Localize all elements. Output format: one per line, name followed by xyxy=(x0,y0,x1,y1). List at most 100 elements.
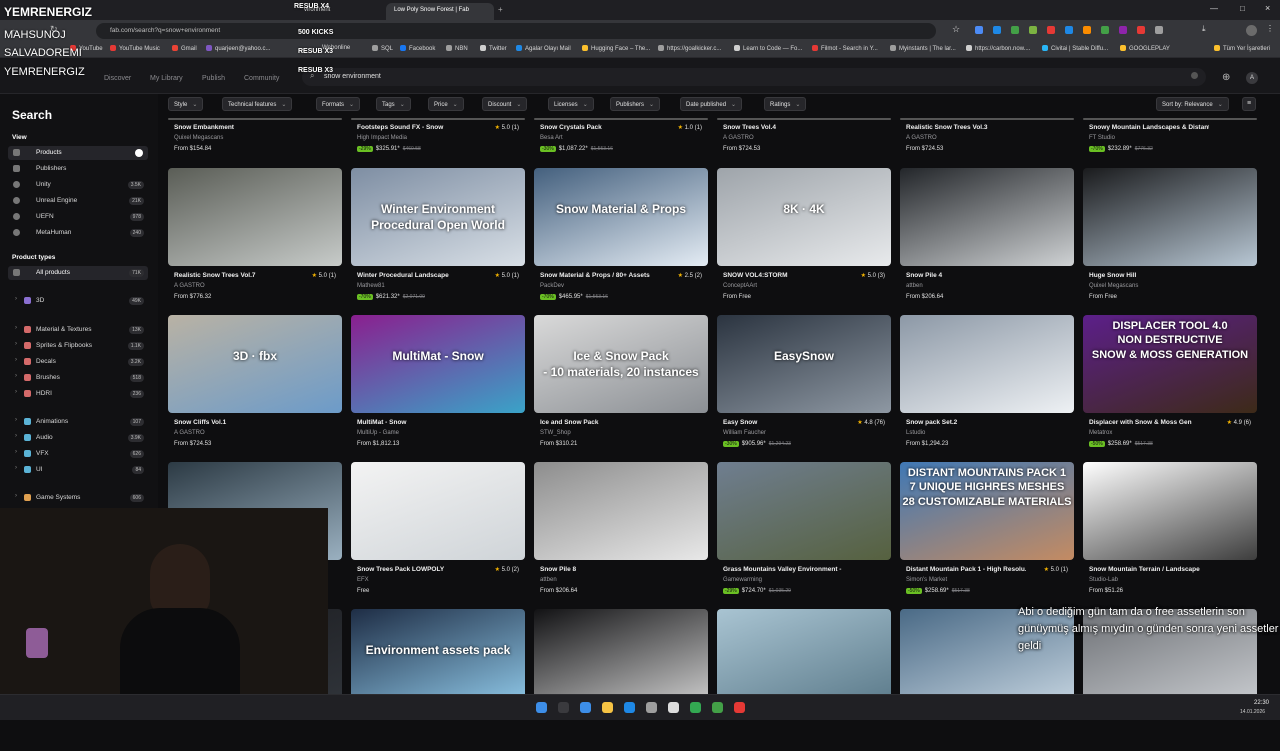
filter-publishers[interactable]: Publishers xyxy=(610,97,661,111)
filter-formats[interactable]: Formats xyxy=(316,97,361,111)
product-thumbnail: Snow Material & Props xyxy=(534,168,708,266)
bookmark-item[interactable]: SQL xyxy=(372,45,393,52)
filter-technical-features[interactable]: Technical features xyxy=(222,97,293,111)
star-icon: ★ xyxy=(857,420,863,426)
bookmark-item[interactable]: GOOGLEPLAY xyxy=(1120,45,1170,52)
app-icon[interactable] xyxy=(734,702,745,713)
browser-tab-active[interactable]: Low Poly Snow Forest | Fab xyxy=(386,3,494,20)
extension-icon[interactable] xyxy=(1029,26,1037,34)
menu-dots-icon[interactable]: ⋮ xyxy=(1266,24,1274,33)
product-card[interactable]: Ice & Snow Pack - 10 materials, 20 insta… xyxy=(534,315,708,457)
close-window-icon[interactable]: × xyxy=(1265,3,1270,13)
product-card[interactable]: Environment assets pack xyxy=(351,609,525,694)
profile-avatar[interactable] xyxy=(1246,25,1257,36)
product-price: From $154.84 xyxy=(174,146,211,152)
app-icon[interactable] xyxy=(690,702,701,713)
product-card[interactable]: DISPLACER TOOL 4.0 NON DESTRUCTIVE SNOW … xyxy=(1083,315,1257,457)
product-card[interactable]: Huge Snow Hill Quixel Megascans From Free xyxy=(1083,168,1257,310)
product-card[interactable]: MultiMat - Snow MultiMat - Snow MultiUp - … xyxy=(351,315,525,457)
nav-my-library[interactable]: My Library xyxy=(150,75,183,82)
bookmark-item[interactable]: Learn to Code — Fo... xyxy=(734,45,802,52)
bookmark-item[interactable]: Gmail xyxy=(172,45,197,52)
product-publisher: EFX xyxy=(357,577,369,583)
chrome-icon[interactable] xyxy=(668,702,679,713)
nav-community[interactable]: Community xyxy=(244,75,279,82)
clear-search-icon[interactable] xyxy=(1191,72,1198,79)
bookmark-item[interactable]: quarjeen@yahoo.c... xyxy=(206,45,270,52)
maximize-icon[interactable]: □ xyxy=(1240,4,1245,13)
bookmark-item[interactable]: NBN xyxy=(446,45,468,52)
hugging-face-icon xyxy=(582,45,588,51)
product-card[interactable]: Snow Material & Props Snow Material & Pro… xyxy=(534,168,708,310)
bookmark-item[interactable]: Twitter xyxy=(480,45,507,52)
product-card[interactable] xyxy=(534,609,708,694)
product-card[interactable]: 3D · fbx Snow Cliffs Vol.1 A GASTRO From $7… xyxy=(168,315,342,457)
bookmark-item[interactable]: Facebook xyxy=(400,45,435,52)
extension-icon[interactable] xyxy=(993,26,1001,34)
product-card[interactable]: Realistic Snow Trees Vol.7 ★ 5.0 (1) A GAS… xyxy=(168,168,342,310)
filter-settings-icon[interactable]: ≡ xyxy=(1242,97,1256,111)
search-input[interactable]: ⌕ snow environment xyxy=(302,68,1206,86)
filter-discount[interactable]: Discount xyxy=(482,97,528,111)
taskview-icon[interactable] xyxy=(558,702,569,713)
extension-icon[interactable] xyxy=(1011,26,1019,34)
discount-badge: -70% xyxy=(540,294,556,300)
account-avatar[interactable]: A xyxy=(1246,72,1258,84)
product-publisher: A GASTRO xyxy=(906,135,937,141)
bookmark-item[interactable]: Tüm Yer İşaretleri xyxy=(1214,45,1270,52)
extension-icon[interactable] xyxy=(1047,26,1055,34)
bookmark-item[interactable]: YouTube Music xyxy=(110,45,160,52)
product-card[interactable]: 8K · 4K SNOW VOL4:STORM ★ 5.0 (3) ConceptAA… xyxy=(717,168,891,310)
language-globe-icon[interactable]: ⊕ xyxy=(1222,72,1230,83)
bookmark-item[interactable]: Hugging Face – The... xyxy=(582,45,650,52)
product-card[interactable]: EasySnow Easy Snow ★ 4.8 (76) William Fauch… xyxy=(717,315,891,457)
edge-icon[interactable] xyxy=(624,702,635,713)
app-icon[interactable] xyxy=(712,702,723,713)
extension-icon[interactable] xyxy=(1119,26,1127,34)
url-field[interactable]: fab.com/search?q=snow+environment xyxy=(96,23,936,39)
sort-dropdown[interactable]: Sort by: Relevance xyxy=(1156,97,1229,111)
product-card[interactable]: Snow Pile 4 attben From $206.64 xyxy=(900,168,1074,310)
extension-icon[interactable] xyxy=(975,26,983,34)
filter-tags[interactable]: Tags xyxy=(376,97,411,111)
bookmark-item[interactable]: Agalar Olayı Mail xyxy=(516,45,571,52)
product-card[interactable]: Snow Trees Pack LOWPOLY ★ 5.0 (2) EFX Free xyxy=(351,462,525,604)
extension-icon[interactable] xyxy=(1101,26,1109,34)
product-card[interactable]: Winter Environment Procedural Open World… xyxy=(351,168,525,310)
extension-icon[interactable] xyxy=(1083,26,1091,34)
nav-discover[interactable]: Discover xyxy=(104,75,131,82)
bookmark-item[interactable]: Myinstants | The lar... xyxy=(890,45,956,52)
filter-ratings[interactable]: Ratings xyxy=(764,97,807,111)
extensions-puzzle-icon[interactable] xyxy=(1155,26,1163,34)
app-icon[interactable] xyxy=(646,702,657,713)
start-menu-icon[interactable] xyxy=(536,702,547,713)
product-publisher: PackDev xyxy=(540,283,565,289)
product-card[interactable]: Snow Pile 8 attben From $206.64 xyxy=(534,462,708,604)
link-icon xyxy=(658,45,664,51)
extension-icon[interactable] xyxy=(1137,26,1145,34)
product-card[interactable]: Snow Mountain Terrain / Landscape Studio-… xyxy=(1083,462,1257,604)
product-card[interactable]: DISTANT MOUNTAINS PACK 1 7 UNIQUE HIGHRE… xyxy=(900,462,1074,604)
thumbnail-caption: Snow Material & Props xyxy=(555,202,687,216)
product-card[interactable]: Snow pack Set.2 Lstudio From $1,294.23 xyxy=(900,315,1074,457)
price-value: From $206.64 xyxy=(540,588,578,594)
extension-icon[interactable] xyxy=(1065,26,1073,34)
filter-licenses[interactable]: Licenses xyxy=(548,97,594,111)
nav-publish[interactable]: Publish xyxy=(202,75,225,82)
extensions-area[interactable] xyxy=(975,26,1180,36)
filter-price[interactable]: Price xyxy=(428,97,464,111)
bookmark-item[interactable]: https://carbon.now.... xyxy=(966,45,1030,52)
filter-date-published[interactable]: Date published xyxy=(680,97,743,111)
new-tab-icon[interactable]: + xyxy=(498,5,503,14)
file-explorer-icon[interactable] xyxy=(602,702,613,713)
bookmark-star-icon[interactable]: ☆ xyxy=(952,24,960,35)
bookmark-item[interactable]: https://goalkicker.c... xyxy=(658,45,721,52)
filter-style[interactable]: Style xyxy=(168,97,204,111)
minimize-icon[interactable]: — xyxy=(1210,4,1218,13)
product-card[interactable]: Grass Mountains Valley Environment - Uni… xyxy=(717,462,891,604)
download-icon[interactable]: ⤓ xyxy=(1202,24,1206,34)
bookmark-item[interactable]: Filmot - Search in Y... xyxy=(812,45,878,52)
product-card[interactable] xyxy=(717,609,891,694)
copilot-icon[interactable] xyxy=(580,702,591,713)
bookmark-item[interactable]: Civitai | Stable Diffu... xyxy=(1042,45,1108,52)
